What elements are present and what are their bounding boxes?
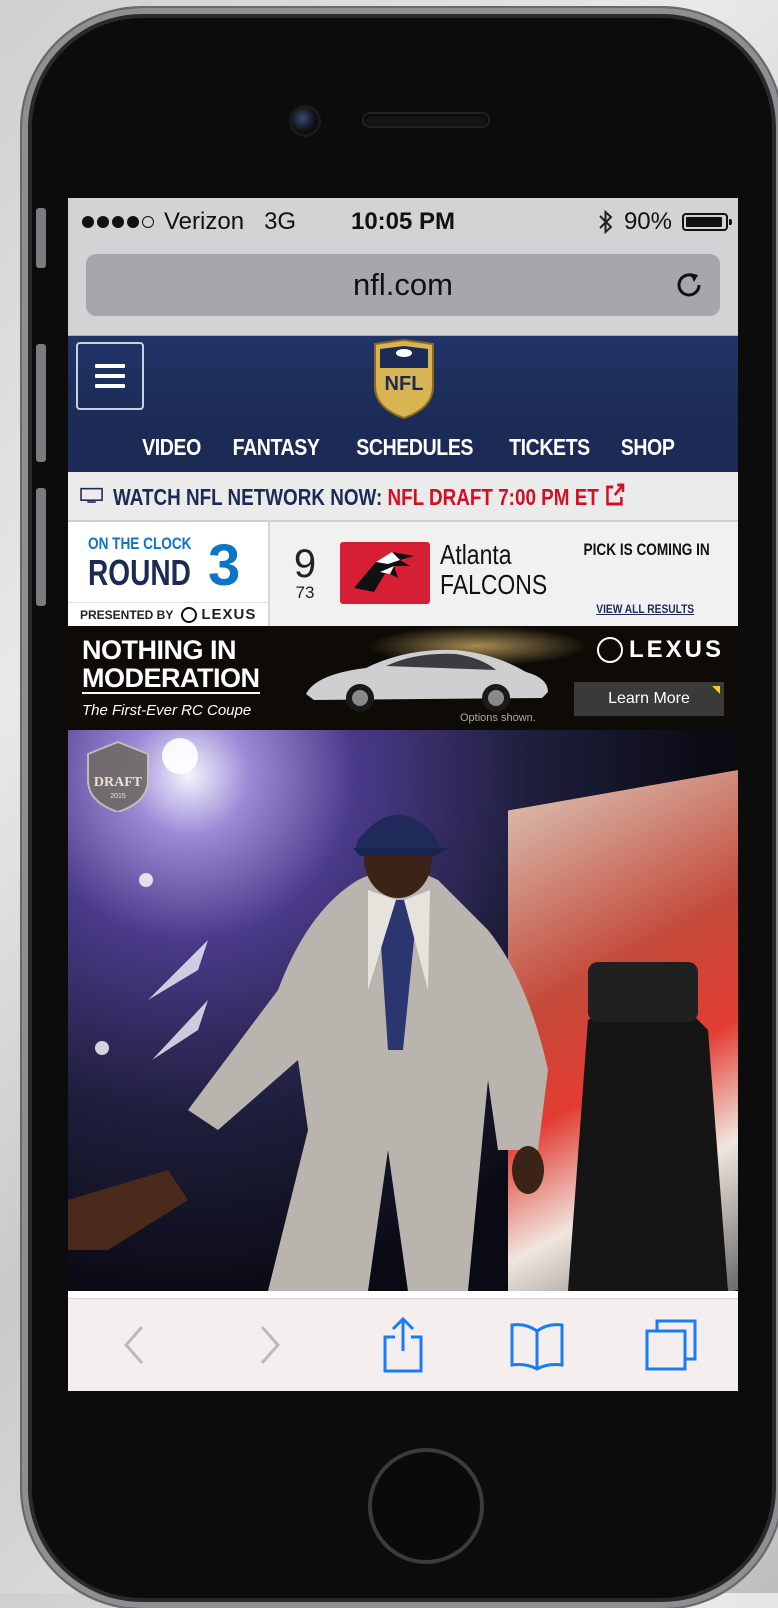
share-icon xyxy=(383,1316,423,1373)
site-header: NFL xyxy=(68,336,738,422)
team-name: FALCONS xyxy=(440,569,548,600)
lexus-emblem-icon xyxy=(181,606,198,623)
url-text: nfl.com xyxy=(353,267,453,302)
view-all-results-link[interactable]: VIEW ALL RESULTS xyxy=(596,602,694,616)
phone-screen: Verizon 3G 10:05 PM 90% nfl.com NFL VIDE… xyxy=(68,198,738,1391)
forward-button[interactable] xyxy=(239,1315,299,1375)
nfl-draft-badge: DRAFT 2015 xyxy=(87,740,149,812)
chevron-left-icon xyxy=(123,1326,144,1364)
earpiece-speaker xyxy=(364,114,488,126)
browser-toolbar xyxy=(68,1298,738,1391)
reload-icon[interactable] xyxy=(672,268,706,302)
volume-up-button xyxy=(36,344,46,462)
nav-item-video[interactable]: VIDEO xyxy=(142,434,201,461)
pick-status-block: PICK IS COMING IN VIEW ALL RESULTS xyxy=(578,522,738,626)
back-button[interactable] xyxy=(105,1315,165,1375)
signal-strength-icon xyxy=(82,216,154,228)
presented-by: PRESENTED BY LEXUS xyxy=(68,602,268,626)
sponsor-name: LEXUS xyxy=(201,606,257,623)
bluetooth-icon xyxy=(599,209,613,235)
chevron-right-icon xyxy=(260,1326,281,1364)
presented-by-label: PRESENTED BY xyxy=(80,607,174,622)
lexus-sponsor-logo: LEXUS xyxy=(181,606,256,623)
browser-address-area: nfl.com xyxy=(68,246,738,336)
ad-subline: The First-Ever RC Coupe xyxy=(82,702,252,719)
tabs-icon xyxy=(645,1319,697,1371)
nav-item-tickets[interactable]: TICKETS xyxy=(509,434,590,461)
book-icon xyxy=(510,1323,564,1371)
lexus-emblem-icon xyxy=(596,637,623,663)
round-label: ROUND xyxy=(88,552,191,593)
watch-banner-prefix: WATCH NFL NETWORK NOW: xyxy=(113,483,383,510)
battery-percentage: 90% xyxy=(623,208,672,235)
status-bar: Verizon 3G 10:05 PM 90% xyxy=(68,198,738,246)
carrier-name: Verizon xyxy=(164,208,245,235)
draft-badge-text: DRAFT xyxy=(94,775,143,790)
pick-number: 9 xyxy=(293,542,317,586)
falcons-logo-icon xyxy=(340,542,430,604)
nav-item-schedules[interactable]: SCHEDULES xyxy=(356,434,473,461)
hamburger-menu-button[interactable] xyxy=(76,342,144,410)
address-bar[interactable]: nfl.com xyxy=(86,254,720,316)
car-image xyxy=(306,649,548,712)
lexus-brand-logo: LEXUS xyxy=(596,636,724,664)
network-type: 3G xyxy=(264,208,297,235)
front-camera xyxy=(292,108,318,134)
home-button[interactable] xyxy=(368,1448,484,1564)
draft-badge-year: 2015 xyxy=(110,793,126,800)
watch-banner-highlight: NFL DRAFT 7:00 PM ET xyxy=(387,483,599,510)
draft-player-illustration xyxy=(68,738,728,1291)
team-city: Atlanta xyxy=(440,539,512,570)
ad-brand-name: LEXUS xyxy=(628,636,724,663)
team-name-block: Atlanta FALCONS xyxy=(440,539,548,626)
tv-icon xyxy=(80,487,103,503)
pick-status: PICK IS COMING IN xyxy=(583,540,710,559)
bookmarks-button[interactable] xyxy=(507,1315,567,1375)
watch-network-banner[interactable]: WATCH NFL NETWORK NOW: NFL DRAFT 7:00 PM… xyxy=(68,472,738,522)
battery-icon xyxy=(682,213,732,231)
watch-banner-text: WATCH NFL NETWORK NOW: NFL DRAFT 7:00 PM… xyxy=(113,482,625,511)
ad-headline: NOTHING IN MODERATION xyxy=(82,636,260,694)
learn-more-button[interactable]: Learn More xyxy=(574,682,724,716)
share-button[interactable] xyxy=(373,1315,433,1375)
nav-item-shop[interactable]: SHOP xyxy=(621,434,675,461)
ad-disclaimer: Options shown. xyxy=(460,712,536,724)
overall-pick-number: 73 xyxy=(295,583,315,602)
volume-down-button xyxy=(36,488,46,606)
lexus-advertisement[interactable]: NOTHING IN MODERATION The First-Ever RC … xyxy=(68,626,738,730)
main-navigation: VIDEO FANTASY SCHEDULES TICKETS SHOP xyxy=(68,422,738,472)
round-number: 3 xyxy=(208,533,241,598)
on-the-clock-label: ON THE CLOCK xyxy=(88,534,192,553)
tabs-button[interactable] xyxy=(641,1315,701,1375)
nfl-shield-logo[interactable]: NFL xyxy=(371,338,437,420)
ad-headline-line2: MODERATION xyxy=(82,663,260,694)
logo-text: NFL xyxy=(385,373,424,395)
nav-item-fantasy[interactable]: FANTASY xyxy=(233,434,320,461)
pick-number-block: 9 73 xyxy=(270,522,340,626)
hero-photo[interactable]: DRAFT 2015 xyxy=(68,730,738,1291)
mute-switch xyxy=(36,208,46,268)
carrier-info: Verizon 3G xyxy=(82,208,296,236)
round-panel: ON THE CLOCK ROUND 3 PRESENTED BY LEXUS xyxy=(68,522,270,626)
external-link-icon xyxy=(606,483,625,505)
on-the-clock-widget: ON THE CLOCK ROUND 3 PRESENTED BY LEXUS … xyxy=(68,522,738,626)
ad-headline-line1: NOTHING IN xyxy=(82,635,236,665)
